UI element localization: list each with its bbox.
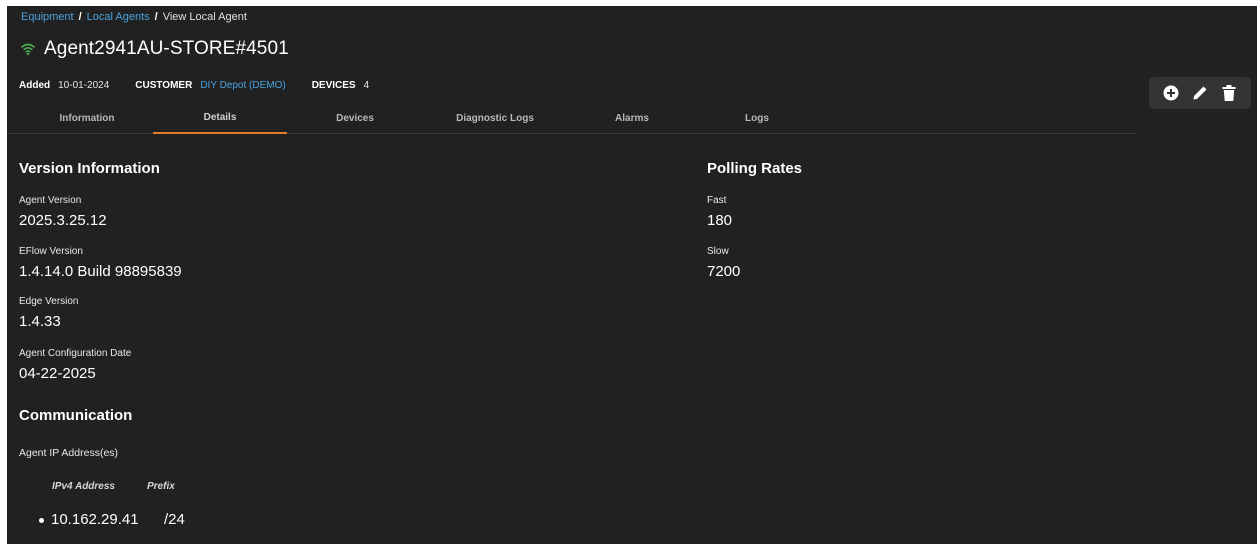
customer-label: CUSTOMER — [135, 80, 193, 91]
added-label: Added — [19, 80, 51, 91]
wifi-icon — [21, 42, 35, 56]
tab-details[interactable]: Details — [153, 102, 287, 134]
tab-information[interactable]: Information — [27, 102, 147, 134]
eflow-version-label: EFlow Version — [19, 246, 83, 257]
tab-bar: Information Details Devices Diagnostic L… — [7, 102, 1137, 134]
ipv4-address-value: 10.162.29.41 — [51, 511, 139, 528]
polling-rates-heading: Polling Rates — [707, 160, 803, 177]
pencil-icon — [1193, 86, 1207, 100]
breadcrumb-equipment[interactable]: Equipment — [21, 11, 74, 23]
tab-alarms[interactable]: Alarms — [572, 102, 692, 134]
prefix-value: /24 — [164, 511, 185, 528]
fast-rate-label: Fast — [707, 195, 727, 206]
tab-diagnostic-logs[interactable]: Diagnostic Logs — [425, 102, 565, 134]
devices-label: DEVICES — [311, 80, 356, 91]
agent-meta-row: Added 10-01-2024 CUSTOMER DIY Depot (DEM… — [19, 80, 395, 91]
breadcrumb-local-agents[interactable]: Local Agents — [87, 11, 150, 23]
tab-logs[interactable]: Logs — [697, 102, 817, 134]
agent-details-page: Equipment / Local Agents / View Local Ag… — [7, 6, 1257, 544]
ipv4-address-column-header: IPv4 Address — [52, 481, 115, 492]
eflow-version-value: 1.4.14.0 Build 98895839 — [19, 263, 182, 280]
added-value: 10-01-2024 — [58, 80, 110, 91]
edge-version-value: 1.4.33 — [19, 313, 61, 330]
plus-circle-icon — [1163, 85, 1179, 101]
edit-button[interactable] — [1190, 83, 1210, 103]
action-toolbar — [1149, 77, 1251, 109]
agent-ip-addresses-label: Agent IP Address(es) — [19, 447, 119, 459]
edge-version-label: Edge Version — [19, 296, 79, 307]
prefix-column-header: Prefix — [147, 481, 175, 492]
page-title-row: Agent2941AU-STORE#4501 — [21, 38, 289, 60]
list-bullet — [39, 518, 44, 523]
add-button[interactable] — [1161, 83, 1181, 103]
trash-icon — [1222, 85, 1236, 101]
breadcrumb-separator: / — [78, 11, 82, 23]
customer-link[interactable]: DIY Depot (DEMO) — [200, 80, 285, 91]
delete-button[interactable] — [1219, 83, 1239, 103]
slow-rate-label: Slow — [707, 246, 729, 257]
agent-version-label: Agent Version — [19, 195, 82, 206]
slow-rate-value: 7200 — [707, 263, 741, 280]
communication-heading: Communication — [19, 407, 133, 424]
agent-configuration-date-value: 04-22-2025 — [19, 365, 96, 382]
breadcrumb-separator: / — [154, 11, 158, 23]
agent-version-value: 2025.3.25.12 — [19, 212, 107, 229]
breadcrumb-current: View Local Agent — [162, 11, 247, 23]
tab-devices[interactable]: Devices — [295, 102, 415, 134]
agent-configuration-date-label: Agent Configuration Date — [19, 348, 132, 359]
page-title: Agent2941AU-STORE#4501 — [44, 38, 289, 59]
breadcrumb: Equipment / Local Agents / View Local Ag… — [21, 11, 247, 23]
version-information-heading: Version Information — [19, 160, 160, 177]
devices-count: 4 — [363, 80, 370, 91]
fast-rate-value: 180 — [707, 212, 733, 229]
